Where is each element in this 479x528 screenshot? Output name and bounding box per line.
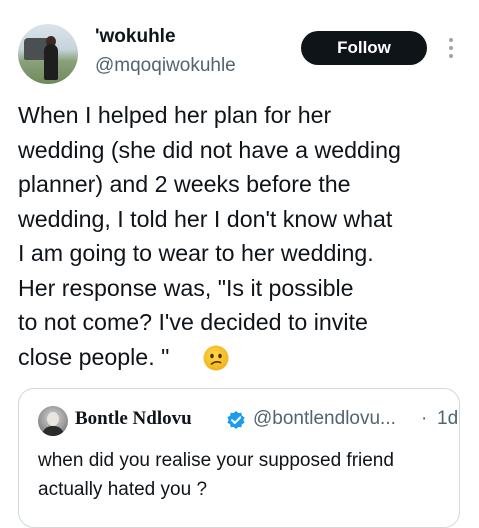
avatar-person [44,44,58,80]
quoted-timestamp: 1d [437,408,459,429]
avatar-face [47,412,59,426]
author-avatar[interactable] [18,24,78,84]
more-options-icon[interactable] [446,36,456,60]
quoted-tweet-text: when did you realise your supposed frien… [38,450,394,500]
tweet-text: When I helped her plan for her wedding (… [18,102,401,370]
quoted-author-handle: @bontlendlovu... [253,408,396,429]
verified-badge-icon [227,411,245,429]
follow-button[interactable]: Follow [301,31,427,65]
quoted-author-name: Bontle Ndlovu [75,408,192,429]
separator-dot: · [421,408,428,429]
quoted-author-avatar [38,406,68,436]
confused-face-icon [203,345,229,371]
author-handle[interactable]: @mqoqiwokuhle [95,55,236,77]
avatar-shoulders [42,426,64,436]
author-display-name[interactable]: 'wokuhle [95,26,176,48]
